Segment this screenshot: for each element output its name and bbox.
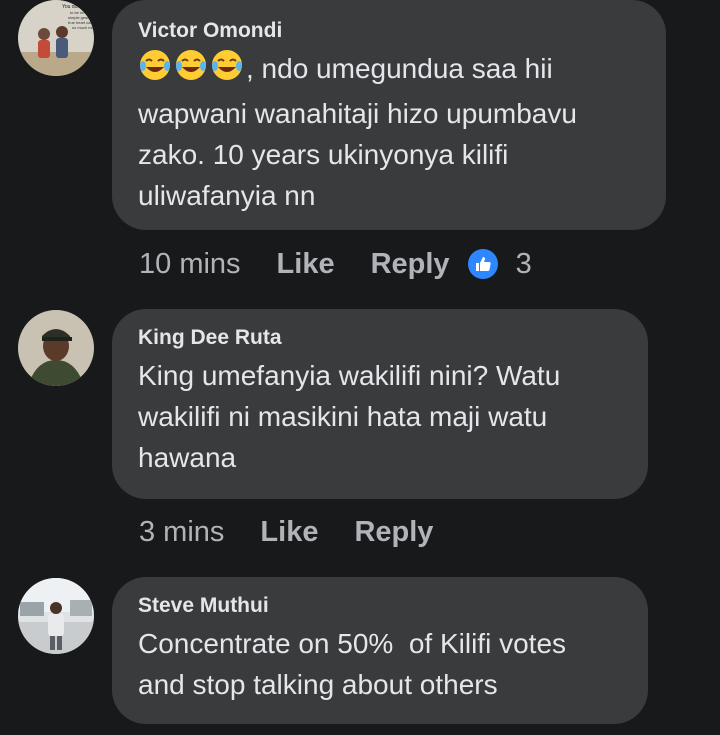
comment-bubble: Victor Omondi , ndo umegundua saa hii wa… <box>112 0 666 230</box>
comment-actions: 3 mins Like Reply <box>139 515 469 549</box>
comment-actions: 10 mins Like Reply 3 <box>139 247 532 281</box>
comment-text: , ndo umegundua saa hii wapwani wanahita… <box>138 48 640 216</box>
svg-text:so much more: so much more <box>72 25 94 30</box>
reply-button[interactable]: Reply <box>354 515 433 549</box>
comment-text: Concentrate on 50% of Kilifi votes and s… <box>138 628 567 700</box>
avatar[interactable]: You don't to be rema simple gesture wa t… <box>18 0 94 76</box>
like-button[interactable]: Like <box>277 247 335 281</box>
avatar-photo <box>18 578 94 654</box>
comment-author[interactable]: Victor Omondi <box>138 18 640 44</box>
like-button[interactable]: Like <box>260 515 318 549</box>
comment-text: King umefanyia wakilifi nini? Watu wakil… <box>138 360 561 473</box>
face-with-tears-of-joy-icon <box>210 48 244 93</box>
face-with-tears-of-joy-icon <box>174 48 208 93</box>
avatar[interactable] <box>18 310 94 386</box>
comment-author[interactable]: King Dee Ruta <box>138 325 622 351</box>
thumbs-up-icon[interactable] <box>467 249 498 279</box>
comment-bubble: King Dee Ruta King umefanyia wakilifi ni… <box>112 309 648 499</box>
reaction-count[interactable]: 3 <box>516 247 532 281</box>
comment-timestamp[interactable]: 3 mins <box>139 515 224 549</box>
comment-bubble: Steve Muthui Concentrate on 50% of Kilif… <box>112 577 648 724</box>
avatar-photo <box>18 310 94 386</box>
comment-author[interactable]: Steve Muthui <box>138 593 622 619</box>
face-with-tears-of-joy-icon <box>138 48 172 93</box>
reply-button[interactable]: Reply <box>371 247 450 281</box>
comment-timestamp[interactable]: 10 mins <box>139 247 241 281</box>
avatar-photo: You don't to be rema simple gesture wa t… <box>18 0 94 76</box>
avatar[interactable] <box>18 578 94 654</box>
